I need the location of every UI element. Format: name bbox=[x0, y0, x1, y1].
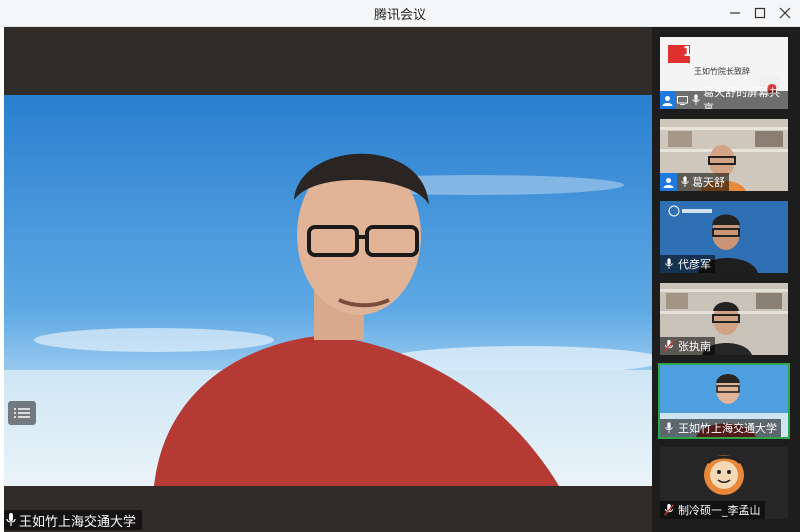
microphone-muted-icon bbox=[660, 337, 678, 355]
participant-tile[interactable]: 制冷硕一_李孟山 bbox=[660, 447, 788, 519]
slide-title: 王如竹院长致辞 bbox=[694, 67, 750, 76]
host-icon bbox=[660, 91, 676, 109]
maximize-icon bbox=[754, 7, 766, 19]
window-title: 腾讯会议 bbox=[373, 8, 426, 23]
tile-label: 代彦军 bbox=[660, 255, 715, 273]
speaker-name: 王如竹上海交通大学 bbox=[19, 514, 137, 530]
tile-label: 张执南 bbox=[660, 337, 715, 355]
microphone-icon bbox=[677, 173, 692, 191]
participant-tile[interactable]: 代彦军 bbox=[660, 201, 788, 273]
participant-tile-screen-share[interactable]: 1 王如竹院长致辞 葛天舒的屏幕共享 bbox=[660, 37, 788, 109]
minimize-button[interactable] bbox=[725, 3, 745, 23]
participant-name: 葛天舒的屏幕共享 bbox=[703, 86, 781, 109]
microphone-muted-icon bbox=[660, 501, 678, 519]
participant-name: 王如竹上海交通大学 bbox=[678, 422, 777, 435]
participant-tile[interactable]: 张执南 bbox=[660, 283, 788, 355]
main-video-area[interactable]: 王如竹上海交通大学 bbox=[4, 27, 652, 532]
title-bar: 腾讯会议 bbox=[0, 0, 800, 27]
close-button[interactable] bbox=[775, 3, 795, 23]
tile-label: 制冷硕一_李孟山 bbox=[660, 501, 765, 519]
host-icon bbox=[660, 173, 677, 191]
speaker-video bbox=[4, 95, 652, 486]
screen-share-icon bbox=[676, 91, 690, 109]
list-icon bbox=[14, 408, 30, 418]
microphone-icon bbox=[6, 513, 16, 526]
microphone-icon bbox=[689, 91, 703, 109]
maximize-button[interactable] bbox=[750, 3, 770, 23]
participant-tile[interactable]: 葛天舒 bbox=[660, 119, 788, 191]
slide-number: 1 bbox=[683, 45, 693, 60]
minimize-icon bbox=[730, 12, 740, 14]
participant-name: 代彦军 bbox=[678, 258, 711, 271]
close-icon bbox=[779, 7, 791, 19]
microphone-icon bbox=[660, 255, 678, 273]
participant-name: 葛天舒 bbox=[692, 176, 725, 189]
participant-name: 制冷硕一_李孟山 bbox=[678, 504, 761, 517]
participant-sidebar: 1 王如竹院长致辞 葛天舒的屏幕共享 葛天舒 代彦军 张执南 王如竹上海交通大学… bbox=[652, 27, 800, 532]
participant-tile-active-speaker[interactable]: 王如竹上海交通大学 bbox=[658, 363, 790, 439]
member-list-toggle-button[interactable] bbox=[8, 401, 36, 425]
microphone-icon bbox=[660, 419, 678, 437]
participant-name: 张执南 bbox=[678, 340, 711, 353]
speaker-name-label: 王如竹上海交通大学 bbox=[4, 510, 143, 530]
tile-label: 王如竹上海交通大学 bbox=[660, 419, 781, 437]
tile-label: 葛天舒的屏幕共享 bbox=[660, 86, 788, 109]
tile-label: 葛天舒 bbox=[660, 173, 729, 191]
